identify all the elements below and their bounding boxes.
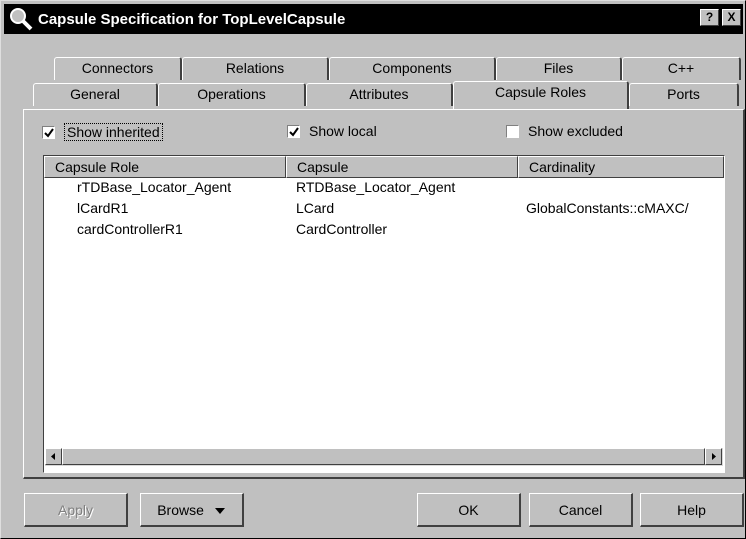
capsule-roles-list[interactable]: Capsule Role Capsule Cardinality rTDBase… [43, 155, 725, 473]
ok-label: OK [458, 502, 479, 518]
cell-capsule: RTDBase_Locator_Agent [296, 179, 456, 195]
tab-relations[interactable]: Relations [182, 57, 329, 80]
tab-capsule-roles[interactable]: Capsule Roles [453, 81, 629, 109]
dialog-window: Capsule Specification for TopLevelCapsul… [0, 0, 746, 539]
cell-capsule-role: lCardR1 [77, 200, 129, 216]
cancel-button[interactable]: Cancel [529, 493, 633, 527]
show-local-checkbox[interactable]: Show local [287, 123, 377, 139]
tab-connectors[interactable]: Connectors [54, 57, 182, 80]
arrow-left-icon [51, 453, 55, 460]
close-title-button[interactable]: X [722, 9, 741, 26]
show-inherited-checkbox[interactable]: Show inherited [42, 123, 163, 141]
show-inherited-label: Show inherited [64, 123, 163, 141]
ok-button[interactable]: OK [417, 493, 521, 527]
checkbox-checked-icon [287, 124, 300, 138]
help-title-button[interactable]: ? [700, 9, 719, 26]
column-header-capsule[interactable]: Capsule [286, 156, 518, 178]
scroll-left-button[interactable] [45, 448, 62, 465]
tab-attributes[interactable]: Attributes [306, 83, 453, 106]
cell-cardinality: GlobalConstants::cMAXC/ [526, 200, 689, 216]
show-excluded-checkbox[interactable]: Show excluded [506, 123, 623, 139]
cancel-label: Cancel [558, 502, 603, 518]
title-bar[interactable]: Capsule Specification for TopLevelCapsul… [4, 4, 743, 34]
tab-cpp[interactable]: C++ [622, 57, 741, 80]
tab-files[interactable]: Files [496, 57, 622, 80]
column-header-capsule-role[interactable]: Capsule Role [44, 156, 286, 178]
checkbox-checked-icon [42, 125, 55, 139]
help-button[interactable]: Help [640, 493, 744, 527]
browse-label: Browse [157, 502, 204, 518]
tab-general[interactable]: General [33, 83, 158, 106]
show-local-label: Show local [309, 123, 377, 139]
arrow-right-icon [712, 453, 716, 460]
column-header-cardinality[interactable]: Cardinality [518, 156, 724, 178]
magnifier-icon [10, 8, 33, 31]
apply-label: Apply [57, 502, 94, 518]
chevron-down-icon [214, 508, 225, 514]
apply-button[interactable]: Apply [24, 493, 128, 527]
help-label: Help [677, 502, 706, 518]
tab-ports[interactable]: Ports [629, 83, 739, 106]
cell-capsule-role: cardControllerR1 [77, 221, 183, 237]
cell-capsule-role: rTDBase_Locator_Agent [77, 179, 232, 195]
window-title: Capsule Specification for TopLevelCapsul… [38, 10, 346, 28]
checkbox-unchecked-icon [506, 124, 519, 138]
browse-button[interactable]: Browse [140, 493, 244, 527]
scroll-right-button[interactable] [705, 448, 722, 465]
show-excluded-label: Show excluded [528, 123, 623, 139]
cell-capsule: CardController [296, 221, 388, 237]
scrollbar-thumb[interactable] [62, 448, 705, 465]
tab-components[interactable]: Components [329, 57, 496, 80]
tab-operations[interactable]: Operations [158, 83, 306, 106]
cell-capsule: LCard [296, 200, 335, 216]
horizontal-scrollbar[interactable] [45, 448, 723, 466]
